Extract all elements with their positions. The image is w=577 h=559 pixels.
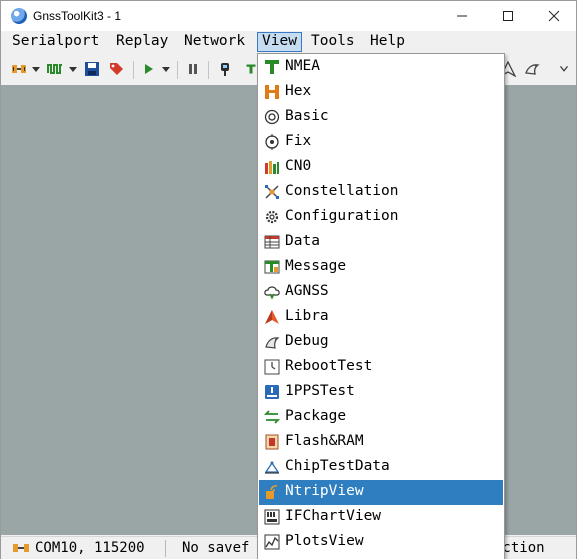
- view-menu-item-constellation[interactable]: Constellation: [259, 180, 503, 205]
- pps-icon: [265, 385, 279, 399]
- view-menu-item-chiptestdata[interactable]: ChipTestData: [259, 455, 503, 480]
- toolbar-separator: [177, 61, 178, 79]
- status-separator: [165, 540, 166, 557]
- window-title: GnssToolKit3 - 1: [33, 9, 122, 23]
- reboot-clock-icon: [264, 359, 280, 375]
- view-menu-item-reboottest[interactable]: RebootTest: [259, 355, 503, 380]
- signal-button[interactable]: [45, 60, 65, 78]
- view-menu-item-ifchartview[interactable]: IFChartView: [259, 505, 503, 530]
- nmea-toolbar-button[interactable]: [245, 60, 257, 78]
- hex-icon: [265, 85, 279, 99]
- tag-button[interactable]: [107, 60, 125, 78]
- nmea-toolbar-icon: [246, 64, 256, 74]
- menu-network[interactable]: Network: [180, 32, 249, 52]
- menu-replay[interactable]: Replay: [112, 32, 172, 52]
- view-menu-item-cn0[interactable]: CN0: [259, 155, 503, 180]
- close-icon: [548, 10, 560, 22]
- debug-toolbar-button[interactable]: [522, 60, 542, 78]
- agnss-cloud-icon: [264, 286, 280, 300]
- libra-icon: [265, 310, 279, 324]
- data-table-icon: [264, 235, 280, 249]
- ntrip-icon: [266, 485, 278, 499]
- waveform-icon: [47, 64, 62, 74]
- view-menu-item-nmea[interactable]: NMEA: [259, 55, 503, 80]
- view-menu-item-configuration[interactable]: Configuration: [259, 205, 503, 230]
- view-menu-item-plotsview[interactable]: PlotsView: [259, 530, 503, 555]
- view-menu-item-data[interactable]: Data: [259, 230, 503, 255]
- view-menu-item-1ppstest[interactable]: 1PPSTest: [259, 380, 503, 405]
- view-menu-item-debug[interactable]: Debug: [259, 330, 503, 355]
- menu-bar: Serialport Replay Network View Tools Hel…: [1, 31, 576, 53]
- pause-icon: [189, 64, 197, 74]
- overflow-chevron-icon: [560, 65, 568, 72]
- chip-button[interactable]: [216, 60, 234, 78]
- maximize-button[interactable]: [485, 1, 531, 31]
- view-menu-item-basic[interactable]: Basic: [259, 105, 503, 130]
- play-dropdown-arrow-icon[interactable]: [162, 67, 170, 72]
- play-icon: [145, 64, 153, 74]
- chip-test-icon: [264, 461, 280, 474]
- view-menu-item-message[interactable]: Message: [259, 255, 503, 280]
- view-menu-dropdown: NMEA Hex Basic Fix CN0 Constellation Con…: [257, 53, 505, 559]
- view-menu-item-fix[interactable]: Fix: [259, 130, 503, 155]
- toolbar-overflow-button[interactable]: [557, 60, 571, 78]
- status-save: No savef: [182, 540, 250, 556]
- configuration-gear-icon: [265, 210, 279, 224]
- view-menu-item-hex[interactable]: Hex: [259, 80, 503, 105]
- debug-bird-icon: [265, 337, 280, 349]
- app-window: GnssToolKit3 - 1 Serialport Replay Netwo…: [0, 0, 577, 559]
- fix-icon: [265, 134, 279, 150]
- save-disk-icon: [85, 62, 99, 76]
- title-bar: GnssToolKit3 - 1: [1, 1, 576, 31]
- play-button[interactable]: [141, 60, 157, 78]
- cn0-bars-icon: [265, 161, 279, 174]
- plots-icon: [264, 534, 280, 550]
- nmea-icon: [265, 60, 279, 74]
- message-icon: [264, 260, 280, 274]
- maximize-icon: [503, 11, 513, 21]
- serial-dropdown-arrow-icon[interactable]: [32, 67, 40, 72]
- signal-dropdown-arrow-icon[interactable]: [69, 67, 77, 72]
- flash-ram-icon: [265, 434, 279, 450]
- bird-toolbar-icon: [525, 64, 540, 75]
- close-button[interactable]: [531, 1, 577, 31]
- app-globe-icon: [11, 8, 27, 24]
- menu-tools[interactable]: Tools: [307, 32, 359, 52]
- minimize-icon: [457, 15, 467, 17]
- basic-icon: [264, 109, 280, 125]
- view-menu-item-agnss[interactable]: AGNSS: [259, 280, 503, 305]
- package-arrows-icon: [264, 410, 280, 424]
- serial-port-icon: [12, 65, 26, 73]
- status-port: COM10, 115200: [35, 540, 145, 556]
- toolbar-separator: [133, 61, 134, 79]
- view-menu-item-ntripview[interactable]: NtripView: [259, 480, 503, 505]
- menu-serialport[interactable]: Serialport: [8, 32, 103, 52]
- serial-connect-button[interactable]: [9, 60, 29, 78]
- save-button[interactable]: [83, 60, 101, 78]
- menu-help[interactable]: Help: [366, 32, 409, 52]
- view-menu-item-flash-ram[interactable]: Flash&RAM: [259, 430, 503, 455]
- serial-status-icon: [13, 544, 29, 552]
- view-menu-item-package[interactable]: Package: [259, 405, 503, 430]
- tag-icon: [110, 63, 123, 75]
- menu-view[interactable]: View: [257, 32, 302, 52]
- constellation-icon: [265, 185, 279, 199]
- toolbar-separator: [208, 61, 209, 79]
- view-menu-item-libra[interactable]: Libra: [259, 305, 503, 330]
- chip-probe-icon: [221, 63, 229, 76]
- minimize-button[interactable]: [439, 1, 485, 31]
- pause-button[interactable]: [185, 60, 201, 78]
- ifchart-icon: [264, 509, 280, 525]
